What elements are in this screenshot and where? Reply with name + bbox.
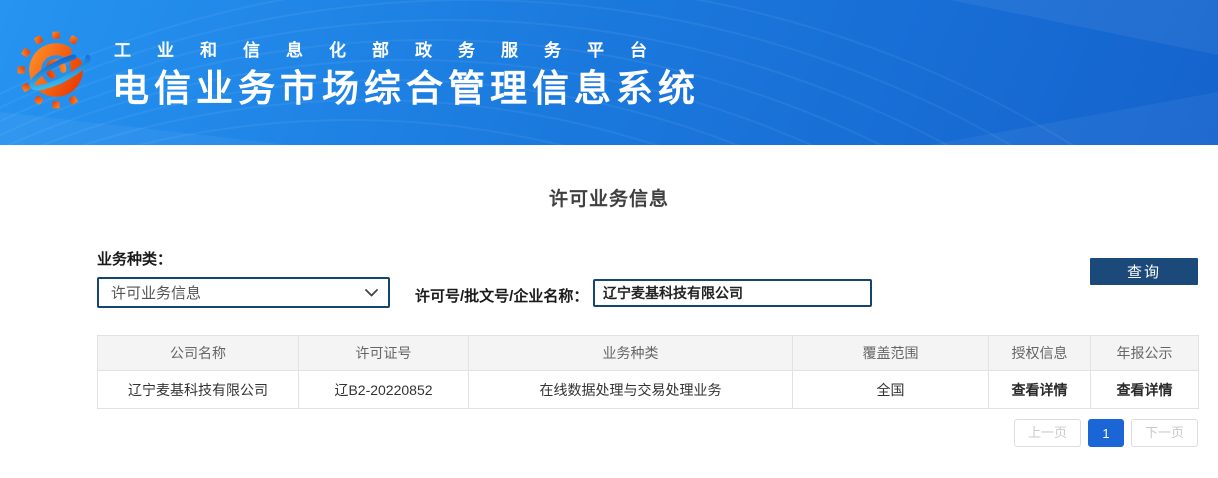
table-body: 辽宁麦基科技有限公司 辽B2-20220852 在线数据处理与交易处理业务 全国…: [98, 371, 1199, 409]
header-banner: 工业和信息化部政务服务平台 电信业务市场综合管理信息系统: [0, 0, 1218, 145]
pagination-prev-button[interactable]: 上一页: [1014, 419, 1081, 447]
cell-auth-info: 查看详情: [989, 371, 1091, 409]
cell-coverage: 全国: [793, 371, 989, 409]
column-header-license-no: 许可证号: [299, 336, 469, 371]
business-category-select[interactable]: 许可业务信息: [97, 277, 390, 308]
table-header-row: 公司名称 许可证号 业务种类 覆盖范围 授权信息 年报公示: [98, 336, 1199, 371]
table-row: 辽宁麦基科技有限公司 辽B2-20220852 在线数据处理与交易处理业务 全国…: [98, 371, 1199, 409]
query-button[interactable]: 查询: [1090, 258, 1198, 285]
pagination-page-1-button[interactable]: 1: [1088, 419, 1124, 447]
results-table: 公司名称 许可证号 业务种类 覆盖范围 授权信息 年报公示 辽宁麦基科技有限公司…: [97, 335, 1199, 409]
business-category-label: 业务种类：: [97, 248, 172, 269]
column-header-annual-report: 年报公示: [1091, 336, 1199, 371]
pagination: 上一页 1 下一页: [1014, 419, 1198, 447]
view-annual-report-link[interactable]: 查看详情: [1117, 380, 1173, 400]
license-keyword-input[interactable]: [593, 279, 872, 307]
license-keyword-label: 许可号/批文号/企业名称：: [415, 285, 588, 306]
system-title: 电信业务市场综合管理信息系统: [112, 58, 700, 112]
page: 工业和信息化部政务服务平台 电信业务市场综合管理信息系统 许可业务信息 业务种类…: [0, 0, 1218, 478]
page-title: 许可业务信息: [0, 184, 1218, 211]
cell-license-no: 辽B2-20220852: [299, 371, 469, 409]
column-header-auth-info: 授权信息: [989, 336, 1091, 371]
column-header-company: 公司名称: [98, 336, 299, 371]
pagination-next-button[interactable]: 下一页: [1131, 419, 1198, 447]
chevron-down-icon: [365, 289, 378, 297]
column-header-coverage: 覆盖范围: [793, 336, 989, 371]
column-header-business-type: 业务种类: [469, 336, 793, 371]
view-auth-details-link[interactable]: 查看详情: [1012, 380, 1068, 400]
cell-company: 辽宁麦基科技有限公司: [98, 371, 299, 409]
gear-e-logo-icon: [16, 30, 96, 110]
business-category-selected-value: 许可业务信息: [111, 282, 365, 303]
cell-business-type: 在线数据处理与交易处理业务: [469, 371, 793, 409]
cell-annual-report: 查看详情: [1091, 371, 1199, 409]
